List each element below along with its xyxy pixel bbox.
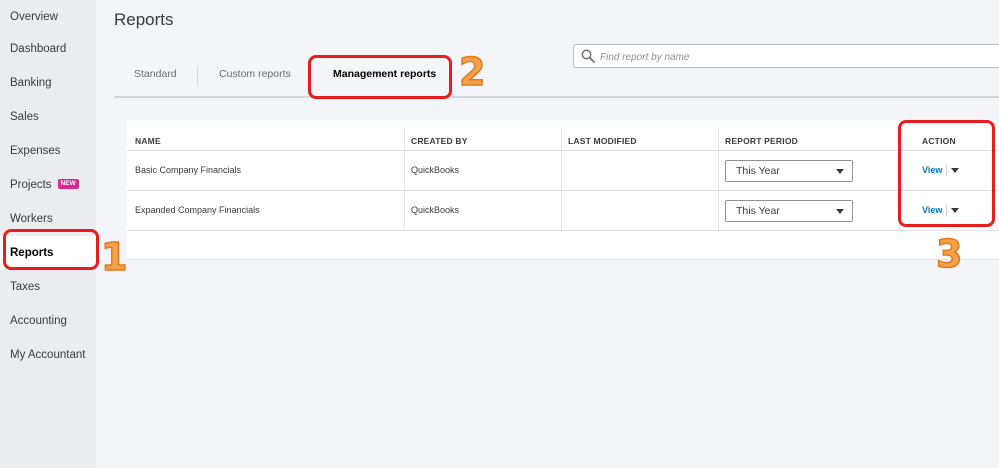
row-divider	[127, 190, 999, 191]
reports-table: NAME CREATED BY LAST MODIFIED REPORT PER…	[127, 120, 999, 259]
tab-standard[interactable]: Standard	[134, 68, 177, 80]
column-header-name[interactable]: NAME	[135, 136, 161, 146]
report-period-value: This Year	[736, 165, 780, 177]
annotation-number-3: 3	[935, 232, 963, 276]
created-by: QuickBooks	[411, 165, 460, 175]
created-by: QuickBooks	[411, 205, 460, 215]
row-divider	[127, 230, 999, 231]
tab-custom-reports[interactable]: Custom reports	[219, 68, 291, 80]
annotation-box-reports	[3, 229, 99, 270]
sidebar-item-overview[interactable]: Overview	[0, 0, 96, 34]
column-divider	[404, 128, 405, 230]
search-icon	[581, 49, 595, 63]
column-header-created-by[interactable]: CREATED BY	[411, 136, 468, 146]
report-period-select[interactable]: This Year	[725, 160, 853, 182]
search-input[interactable]	[598, 47, 982, 67]
annotation-number-2: 2	[458, 50, 486, 94]
column-header-last-modified[interactable]: LAST MODIFIED	[568, 136, 637, 146]
chevron-down-icon	[836, 209, 844, 214]
report-name[interactable]: Expanded Company Financials	[135, 205, 260, 215]
sidebar-item-accounting[interactable]: Accounting	[0, 304, 96, 338]
chevron-down-icon	[836, 169, 844, 174]
new-badge: NEW	[57, 178, 79, 189]
report-name[interactable]: Basic Company Financials	[135, 165, 241, 175]
search-box[interactable]	[573, 44, 999, 68]
annotation-box-management-tab	[308, 55, 452, 99]
tabs-underline	[114, 96, 999, 98]
sidebar-item-banking[interactable]: Banking	[0, 66, 96, 100]
sidebar-item-projects[interactable]: Projects NEW	[0, 168, 96, 202]
report-period-value: This Year	[736, 205, 780, 217]
sidebar-item-expenses[interactable]: Expenses	[0, 134, 96, 168]
column-header-report-period[interactable]: REPORT PERIOD	[725, 136, 798, 146]
annotation-box-action	[898, 120, 995, 227]
column-divider	[561, 128, 562, 230]
tab-divider	[197, 66, 198, 86]
sidebar-item-my-accountant[interactable]: My Accountant	[0, 338, 96, 372]
column-divider	[718, 128, 719, 230]
sidebar-item-label: Projects	[10, 179, 52, 191]
report-period-select[interactable]: This Year	[725, 200, 853, 222]
annotation-number-1: 1	[100, 235, 128, 279]
header-divider	[127, 150, 999, 151]
sidebar-item-sales[interactable]: Sales	[0, 100, 96, 134]
sidebar-item-dashboard[interactable]: Dashboard	[0, 32, 96, 66]
page-title: Reports	[114, 10, 174, 29]
sidebar-item-taxes[interactable]: Taxes	[0, 270, 96, 304]
